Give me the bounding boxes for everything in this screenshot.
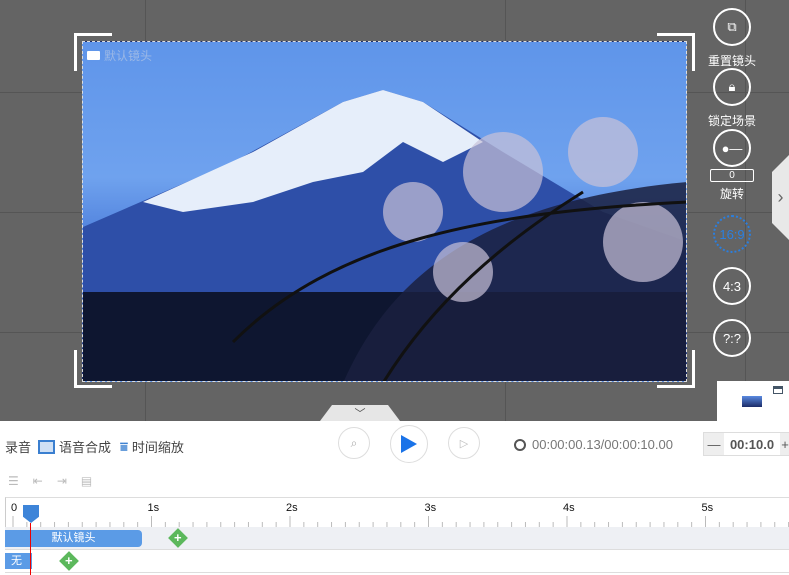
play-button[interactable] xyxy=(390,425,428,463)
ratio-custom-button[interactable]: ?:? xyxy=(713,319,751,357)
timeline-ruler[interactable]: 0 1s 2s 3s 4s 5s xyxy=(5,497,789,528)
effect-track: 无 + xyxy=(5,550,789,573)
expand-panel-button[interactable]: › xyxy=(772,155,789,240)
ruler-label: 4s xyxy=(563,502,575,514)
camera-clip[interactable]: 默认镜头 xyxy=(5,530,142,547)
playhead[interactable] xyxy=(23,505,39,575)
reset-camera-button[interactable]: ⧉ 重置镜头 xyxy=(707,8,757,69)
play-frame-icon: ▷ xyxy=(459,437,469,450)
lock-icon: 🔒︎ xyxy=(713,68,751,106)
ruler-label: 5s xyxy=(702,502,714,514)
ruler-label: 3s xyxy=(425,502,437,514)
time-display: 00:00:00.13/00:00:10.00 xyxy=(514,437,673,452)
move-left-icon[interactable]: ⇤ xyxy=(33,474,43,488)
zoom-in-button[interactable]: + xyxy=(780,433,789,455)
time-scale-button[interactable]: ⩸ 时间缩放 xyxy=(120,437,184,456)
ratio-16-9-button[interactable]: 16:9 xyxy=(713,215,751,253)
crop-corner-br[interactable] xyxy=(657,350,695,388)
timeline-zoom-control: — 00:10.0 + xyxy=(703,432,789,456)
magnifier-icon: ⌕ xyxy=(350,435,358,450)
thumbnail-image xyxy=(742,396,762,407)
add-camera-keyframe-button[interactable]: + xyxy=(168,528,188,548)
ruler-label: 1s xyxy=(148,502,160,514)
rotate-input[interactable]: 0 xyxy=(710,169,754,182)
bookmark-icon[interactable]: ▤ xyxy=(81,474,92,488)
crop-corner-tr[interactable] xyxy=(657,33,695,71)
thumbnail-preview[interactable] xyxy=(717,381,789,421)
record-button[interactable]: 录音 xyxy=(5,437,31,456)
tts-icon xyxy=(38,439,55,454)
move-right-icon[interactable]: ⇥ xyxy=(57,474,67,488)
ratio-4-3-button[interactable]: 4:3 xyxy=(713,267,751,305)
camera-icon xyxy=(87,51,100,60)
zoom-preview-button[interactable]: ⌕ xyxy=(338,427,370,459)
effect-clip[interactable]: 无 xyxy=(5,553,32,569)
lock-scene-button[interactable]: 🔒︎ 锁定场景 xyxy=(707,68,757,129)
zoom-out-button[interactable]: — xyxy=(704,433,724,455)
play-icon xyxy=(401,435,417,453)
maximize-icon[interactable] xyxy=(773,386,783,394)
rotate-dial-icon[interactable]: ●— xyxy=(713,129,751,167)
ruler-label: 2s xyxy=(286,502,298,514)
crop-corner-bl[interactable] xyxy=(74,350,112,388)
clock-icon xyxy=(514,438,526,451)
scene-image[interactable] xyxy=(82,41,687,382)
preview-stage: 默认镜头 ⧉ 重置镜头 🔒︎ 锁定场景 ●— 0 旋转 16:9 4:3 ?:? › ﹀ xyxy=(0,0,789,421)
zoom-value-input[interactable]: 00:10.0 xyxy=(724,433,780,455)
align-icon[interactable]: ☰ xyxy=(8,474,19,488)
collapse-button[interactable]: ﹀ xyxy=(320,405,400,421)
reset-icon: ⧉ xyxy=(713,8,751,46)
ruler-ticks: 0 1s 2s 3s 4s 5s xyxy=(11,502,789,528)
add-effect-button[interactable]: + xyxy=(59,551,79,571)
mountain-photo xyxy=(83,90,686,381)
ruler-label: 0 xyxy=(11,502,17,514)
camera-track: 默认镜头 + xyxy=(5,527,789,550)
camera-label: 默认镜头 xyxy=(87,47,152,64)
time-scale-icon: ⩸ xyxy=(120,438,128,454)
play-segment-button[interactable]: ▷ xyxy=(448,427,480,459)
rotate-control[interactable]: ●— 0 旋转 xyxy=(707,129,757,202)
tts-button[interactable]: 语音合成 xyxy=(38,437,111,456)
